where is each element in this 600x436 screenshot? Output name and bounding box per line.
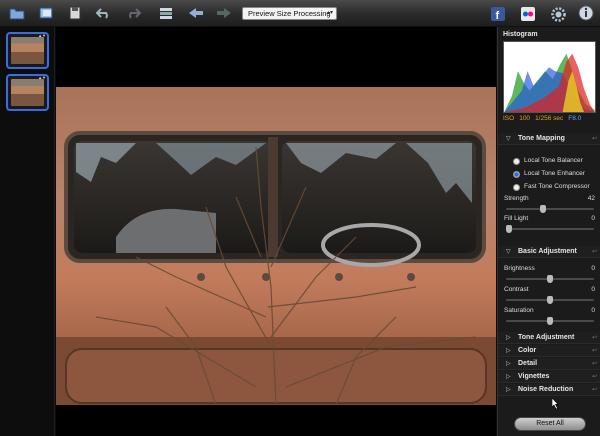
radio-label: Fast Tone Compressor [524,183,590,190]
slider-knob[interactable] [540,205,546,213]
flickr-icon[interactable] [517,4,539,24]
strength-slider[interactable] [506,205,594,213]
triangle-expanded-icon: ▽ [506,136,511,142]
radio-button-icon [513,184,520,191]
section-detail[interactable]: ▷ Detail ↩ [498,358,600,370]
radio-label: Local Tone Enhancer [524,170,585,177]
strength-label: Strength [504,195,529,202]
aperture: F8.0 [568,115,582,122]
thumbnail-1[interactable]: ▲▼ [6,32,49,69]
undo-icon[interactable] [93,3,115,23]
save-icon[interactable] [64,3,86,23]
iso-label: ISO [503,115,515,122]
section-title: Vignettes [518,373,550,380]
triangle-expanded-icon: ▽ [506,249,511,255]
info-icon[interactable] [575,3,597,23]
section-basic-adjustment[interactable]: ▽ Basic Adjustment ↩ [498,246,600,258]
chevron-down-icon: ▴▾ [326,10,333,16]
slider-knob[interactable] [506,225,512,233]
filmstrip: ▲▼ ▲▼ [0,27,55,436]
section-title: Detail [518,360,538,367]
saturation-value: 0 [591,307,595,314]
slider-knob[interactable] [547,296,553,304]
section-tone-mapping[interactable]: ▽ Tone Mapping ↩ [498,133,600,145]
fill-light-value: 0 [591,215,595,222]
open-folder-icon[interactable] [6,3,28,23]
browse-icon[interactable] [35,3,57,23]
thumbnail-badge-icon: ▲▼ [38,75,46,80]
toolbar: Preview Size Processing ▴▾ f [0,0,600,27]
reset-arrow-icon[interactable]: ↩ [592,360,597,367]
back-arrow-icon[interactable] [185,3,207,23]
triangle-collapsed-icon: ▷ [506,335,511,341]
radio-local-tone-enhancer[interactable]: Local Tone Enhancer [513,170,593,180]
reset-arrow-icon[interactable]: ↩ [592,135,597,142]
mouse-cursor-icon [552,398,559,409]
histogram-title: Histogram [503,31,538,38]
facebook-icon[interactable]: f [487,4,509,24]
thumbnail-2[interactable]: ▲▼ [6,74,49,111]
strength-value: 42 [587,195,595,202]
histogram-chart [503,41,596,113]
brightness-label: Brightness [504,265,535,272]
contrast-value: 0 [591,286,595,293]
thumbnail-badge-icon: ▲▼ [38,33,46,38]
compare-icon[interactable] [155,3,177,23]
section-vignettes[interactable]: ▷ Vignettes ↩ [498,371,600,383]
saturation-label: Saturation [504,307,534,314]
thumbnail-image [11,37,44,64]
iso-value: 100 [519,115,531,122]
triangle-collapsed-icon: ▷ [506,374,511,380]
section-title: Color [518,347,537,354]
exif-info: ISO 100 1/256 sec F8.0 [503,115,596,125]
app-window: Preview Size Processing ▴▾ f ▲▼ ▲▼ Histo… [0,0,600,436]
brightness-slider[interactable] [506,275,594,283]
section-title: Basic Adjustment [518,248,577,255]
radio-label: Local Tone Balancer [524,157,583,164]
image-viewer[interactable] [56,27,496,436]
triangle-collapsed-icon: ▷ [506,387,511,393]
preview-size-select[interactable]: Preview Size Processing ▴▾ [242,7,337,20]
contrast-label: Contrast [504,286,529,293]
radio-selected-icon [513,171,520,178]
settings-gear-icon[interactable] [547,4,569,24]
section-tone-adjustment[interactable]: ▷ Tone Adjustment ↩ [498,332,600,344]
preview-size-value: Preview Size Processing [248,9,331,18]
shutter-speed: 1/256 sec [535,115,564,122]
reset-arrow-icon[interactable]: ↩ [592,347,597,354]
triangle-collapsed-icon: ▷ [506,361,511,367]
slider-knob[interactable] [547,275,553,283]
fill-light-label: Fill Light [504,215,529,222]
reset-all-button[interactable]: Reset All [514,417,586,431]
radio-button-icon [513,158,520,165]
svg-text:f: f [496,10,500,21]
redo-icon[interactable] [122,3,144,23]
photo-rusty-truck [56,87,496,405]
brightness-value: 0 [591,265,595,272]
reset-arrow-icon[interactable]: ↩ [592,373,597,380]
forward-arrow-icon[interactable] [213,3,235,23]
section-title: Noise Reduction [518,386,574,393]
radio-fast-tone-compressor[interactable]: Fast Tone Compressor [513,183,593,193]
thumbnail-image [11,79,44,106]
section-title: Tone Mapping [518,135,565,142]
radio-local-tone-balancer[interactable]: Local Tone Balancer [513,157,593,167]
reset-arrow-icon[interactable]: ↩ [592,248,597,255]
reset-arrow-icon[interactable]: ↩ [592,386,597,393]
saturation-slider[interactable] [506,317,594,325]
section-title: Tone Adjustment [518,334,575,341]
section-noise-reduction[interactable]: ▷ Noise Reduction ↩ [498,384,600,396]
contrast-slider[interactable] [506,296,594,304]
fill-light-slider[interactable] [506,225,594,233]
section-color[interactable]: ▷ Color ↩ [498,345,600,357]
reset-arrow-icon[interactable]: ↩ [592,334,597,341]
adjustments-panel: Histogram ISO 100 1/256 sec F8.0 ▽ Tone … [497,27,600,436]
triangle-collapsed-icon: ▷ [506,348,511,354]
slider-knob[interactable] [547,317,553,325]
